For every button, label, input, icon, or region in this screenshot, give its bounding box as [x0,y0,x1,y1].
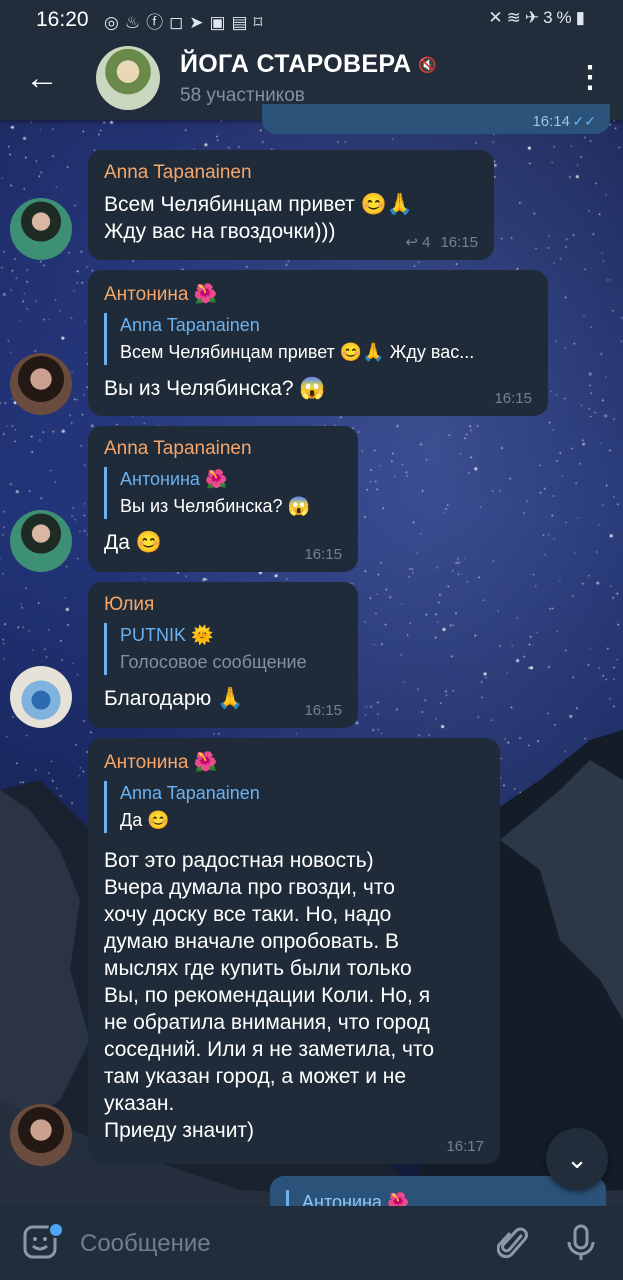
message-time: 16:15 [304,546,342,563]
mute-icon: ✕ [488,8,507,27]
message-bubble[interactable]: Антонина 🌺 Anna Tapanainen Да 😊 Вот это … [88,738,500,1164]
system-icons: ✕≋✈3%▮ [488,8,589,28]
message-line: Приеду значит) [104,1119,255,1142]
more-vertical-icon[interactable]: ⋮ [575,58,605,98]
reply-quote[interactable]: Anna Tapanainen Всем Челябинцам привет 😊… [104,313,532,365]
message-line: не обратила внимания, что город [104,1011,430,1034]
message-bubble[interactable]: Антонина 🌺 Anna Tapanainen Всем Челябинц… [88,270,548,416]
message-sender[interactable]: Антонина 🌺 [104,282,532,306]
message-sender[interactable]: Anna Tapanainen [104,162,478,184]
message-bubble[interactable]: Anna Tapanainen Антонина 🌺 Вы из Челябин… [88,426,358,572]
reply-quote[interactable]: Антонина 🌺 Вы из Челябинска? 😱 [104,467,342,519]
chat-title[interactable]: ЙОГА СТАРОВЕРА [180,50,411,79]
message-line: Вчера думала про гвозди, что [104,876,395,899]
reply-sender: PUTNIK 🌞 [120,625,214,645]
screenshot-icon: ⌑ [253,13,269,32]
message-sender[interactable]: Anna Tapanainen [104,438,342,460]
double-check-icon: ✓✓ [572,113,596,129]
avatar[interactable] [10,198,72,260]
reply-arrow-icon: ↩ [405,234,418,251]
status-bar: 16:20 ◎♨ⓕ◻➤▣▤⌑ ✕≋✈3%▮ [0,0,623,38]
gallery-icon: ▤ [231,13,254,32]
message-meta: ↩ 4 16:15 [405,233,478,251]
message-time: 16:15 [304,702,342,719]
facebook-icon: ⓕ [146,13,170,32]
paperclip-icon[interactable] [497,1226,529,1262]
reply-text: Вы из Челябинска? 😱 [120,496,310,516]
notification-icons: ◎♨ⓕ◻➤▣▤⌑ [104,8,268,33]
reply-text: Да 😊 [120,810,170,830]
new-sticker-dot [48,1222,64,1238]
reply-quote[interactable]: Anna Tapanainen Да 😊 [104,781,484,833]
telegram-icon: ➤ [189,13,210,32]
microphone-icon[interactable] [566,1224,596,1262]
avatar[interactable] [10,510,72,572]
group-avatar[interactable] [96,46,160,110]
message-bubble[interactable]: Anna Tapanainen Всем Челябинцам привет 😊… [88,150,494,260]
message-time: 16:15 [440,234,478,251]
message-line: думаю вначале опробовать. В [104,930,400,953]
message-line: там указан город, а может и не [104,1065,407,1088]
message-line: хочу доску все таки. Но, надо [104,903,392,926]
avatar[interactable] [10,353,72,415]
whatsapp-icon: ◎ [104,13,125,32]
muted-speaker-icon: 🔇 [418,57,437,74]
outgoing-message-partial[interactable]: 16:14 ✓✓ [262,104,610,134]
message-sender[interactable]: Антонина 🌺 [104,750,484,774]
message-time: 16:17 [446,1138,484,1155]
battery-level: 3% [543,8,576,27]
battery-icon: ▮ [575,8,589,27]
message-line: указан. [104,1092,175,1115]
message-time: 16:14 [532,113,570,130]
avatar[interactable] [10,666,72,728]
reply-sender: Anna Tapanainen [120,315,260,335]
wifi-icon: ≋ [506,8,525,27]
message-text: Вот это радостная новость) Вчера думала … [104,847,484,1144]
message-time: 16:15 [494,390,532,407]
message-line: соседний. Или я не заметила, что [104,1038,435,1061]
reply-sender: Anna Tapanainen [120,783,260,803]
chevron-down-icon[interactable]: ⌄ [546,1128,608,1190]
message-line: мыслях где купить были только [104,957,412,980]
message-line: Вы, по рекомендации Коли. Но, я [104,984,431,1007]
airplane-icon: ✈ [524,8,544,27]
message-line: Вот это радостная новость) [104,849,374,872]
message-line: Всем Челябинцам привет 😊🙏 [104,193,413,216]
reply-text: Голосовое сообщение [120,652,307,672]
avatar[interactable] [10,1104,72,1166]
reply-count: ↩ 4 [405,234,430,251]
clock: 16:20 [36,8,89,31]
message-bubble[interactable]: Юлия PUTNIK 🌞 Голосовое сообщение Благод… [88,582,358,728]
message-input[interactable]: Сообщение [80,1230,211,1258]
reply-count-value: 4 [422,234,431,251]
message-composer: Сообщение [0,1206,623,1280]
instagram-icon: ◻ [169,13,190,32]
reply-sender: Антонина 🌺 [120,469,228,489]
message-sender[interactable]: Юлия [104,594,342,616]
translate-icon: ▣ [209,13,232,32]
flame-icon: ♨ [124,13,147,32]
reply-quote[interactable]: PUTNIK 🌞 Голосовое сообщение [104,623,342,675]
message-text: Вы из Челябинска? 😱 [104,377,326,400]
arrow-left-icon[interactable]: ← [22,56,62,100]
reply-text: Всем Челябинцам привет 😊🙏 Жду вас... [120,342,475,362]
